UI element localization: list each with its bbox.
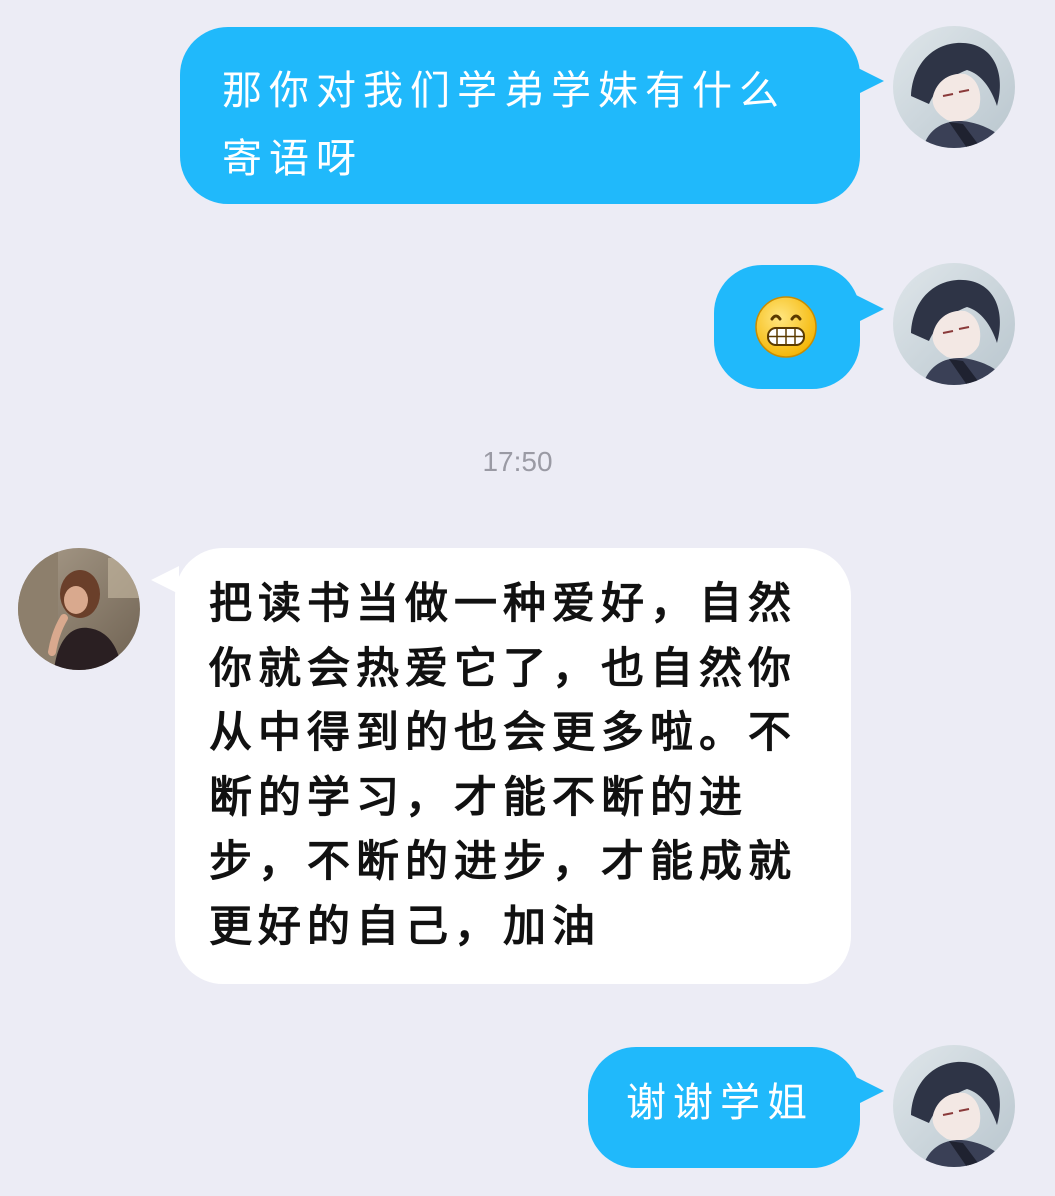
user-avatar[interactable] — [893, 263, 1015, 385]
anime-avatar-icon — [893, 1045, 1015, 1167]
grinning-face-icon — [754, 295, 818, 359]
photo-avatar-icon — [18, 548, 140, 670]
outgoing-message-bubble[interactable]: 那你对我们学弟学妹有什么寄语呀 — [180, 27, 884, 204]
user-avatar[interactable] — [893, 26, 1015, 148]
bubble-tail — [856, 1077, 884, 1105]
user-avatar[interactable] — [893, 1045, 1015, 1167]
bubble-tail — [151, 566, 179, 594]
anime-avatar-icon — [893, 263, 1015, 385]
contact-avatar[interactable] — [18, 548, 140, 670]
outgoing-message-bubble[interactable]: 谢谢学姐 — [588, 1047, 884, 1168]
bubble-tail — [856, 295, 884, 323]
message-text: 谢谢学姐 — [626, 1080, 814, 1126]
anime-avatar-icon — [893, 26, 1015, 148]
incoming-message-bubble[interactable]: 把读书当做一种爱好，自然你就会热爱它了，也自然你从中得到的也会更多啦。不断的学习… — [151, 548, 851, 984]
bubble-tail — [856, 67, 884, 95]
message-text: 把读书当做一种爱好，自然你就会热爱它了，也自然你从中得到的也会更多啦。不断的学习… — [209, 579, 797, 952]
message-text: 那你对我们学弟学妹有什么寄语呀 — [222, 68, 786, 182]
outgoing-emoji-bubble[interactable] — [714, 265, 884, 389]
message-timestamp: 17:50 — [482, 446, 553, 477]
